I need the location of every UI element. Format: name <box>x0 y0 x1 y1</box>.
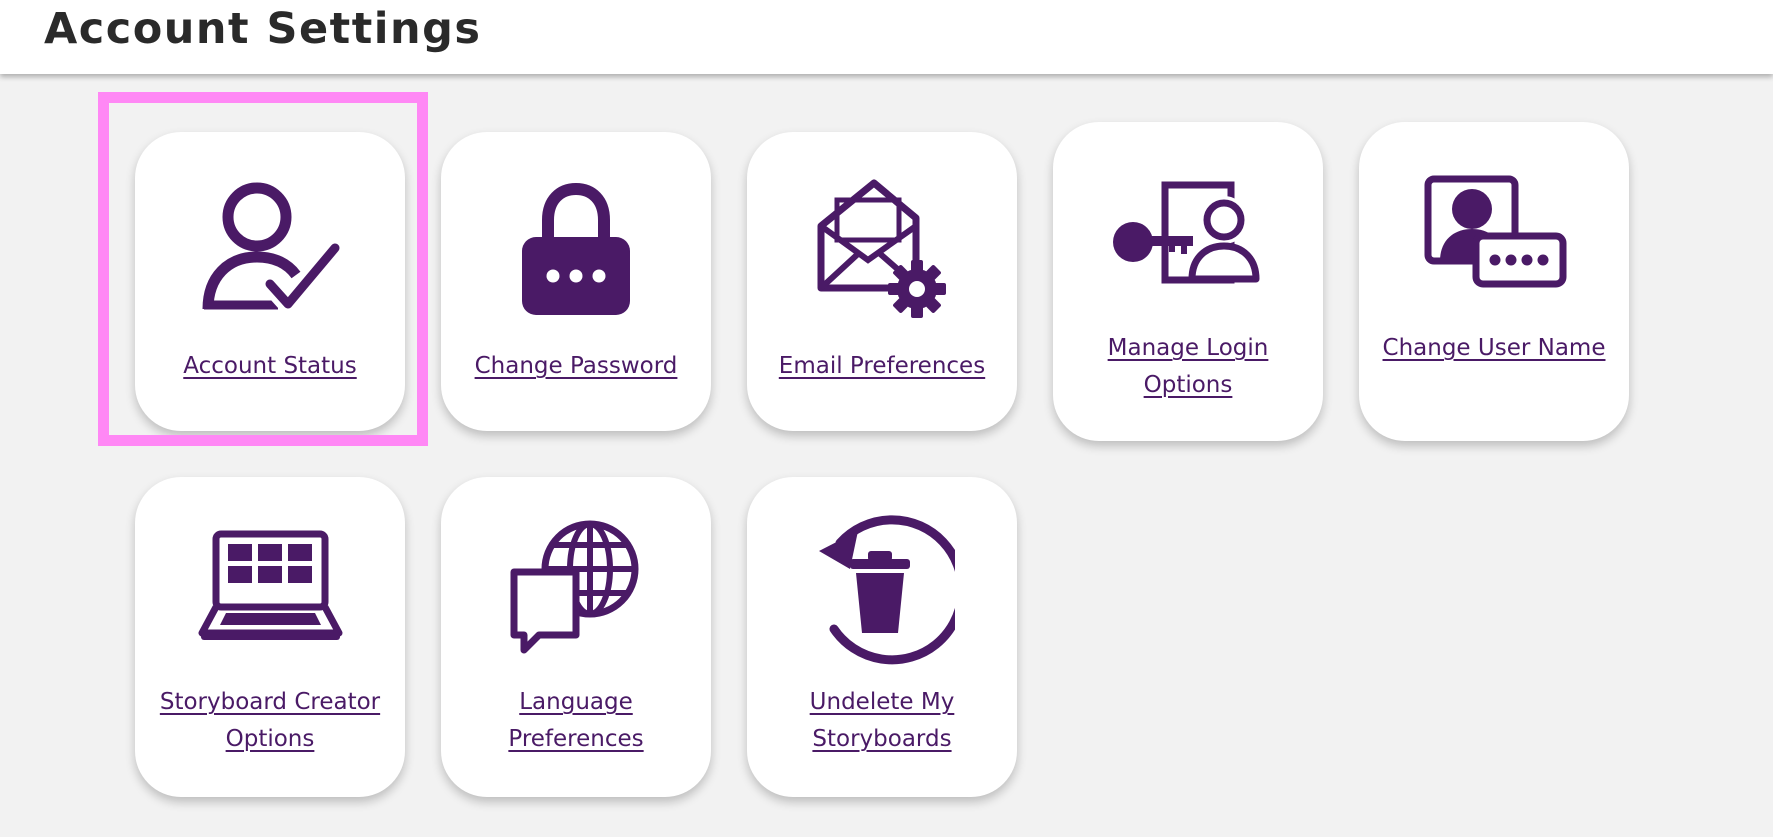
card-label[interactable]: Account Status <box>145 348 395 385</box>
user-check-icon <box>135 182 405 312</box>
envelope-gear-icon <box>747 178 1017 323</box>
change-user-name-card[interactable]: Change User Name <box>1359 122 1629 441</box>
manage-login-options-card[interactable]: Manage Login Options <box>1053 122 1323 441</box>
card-label[interactable]: Change Password <box>451 348 701 385</box>
storyboard-creator-options-card[interactable]: Storyboard Creator Options <box>135 477 405 797</box>
trash-restore-icon <box>747 511 1017 666</box>
card-label[interactable]: Change User Name <box>1369 330 1619 367</box>
card-label[interactable]: Language Preferences <box>451 684 701 758</box>
undelete-storyboards-card[interactable]: Undelete My Storyboards <box>747 477 1017 797</box>
email-preferences-card[interactable]: Email Preferences <box>747 132 1017 431</box>
page-title: Account Settings <box>44 4 482 54</box>
page-header: Account Settings <box>0 0 1773 74</box>
language-preferences-card[interactable]: Language Preferences <box>441 477 711 797</box>
card-label[interactable]: Storyboard Creator Options <box>145 684 395 758</box>
key-user-icon <box>1053 180 1323 290</box>
change-password-card[interactable]: Change Password <box>441 132 711 431</box>
card-label[interactable]: Undelete My Storyboards <box>757 684 1007 758</box>
padlock-icon <box>441 182 711 317</box>
laptop-grid-icon <box>135 529 405 644</box>
user-id-password-icon <box>1359 174 1629 289</box>
globe-chat-icon <box>441 517 711 657</box>
card-label[interactable]: Manage Login Options <box>1063 330 1313 404</box>
card-label[interactable]: Email Preferences <box>757 348 1007 385</box>
account-status-card[interactable]: Account Status <box>135 132 405 431</box>
